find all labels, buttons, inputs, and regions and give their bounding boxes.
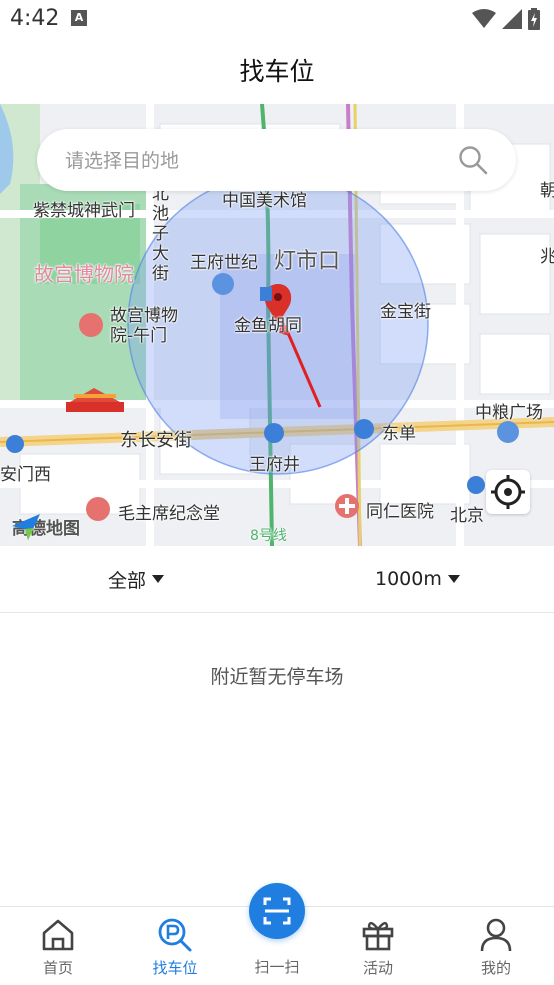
type-filter-label: 全部	[108, 569, 147, 592]
amap-logo-icon	[12, 514, 40, 540]
map-label: 毛主席纪念堂	[118, 504, 220, 524]
map-label: 朝	[540, 181, 554, 201]
map-label: 故宫博物院	[34, 262, 134, 286]
map-label: 王府井	[249, 455, 300, 475]
tab-activity[interactable]: 活动	[323, 907, 433, 985]
caret-down-icon	[447, 575, 460, 583]
amap-logo: 高德地图	[12, 514, 80, 540]
tab-find-parking[interactable]: 找车位	[120, 907, 230, 985]
scan-icon	[263, 897, 291, 925]
title-bar: 找车位	[0, 38, 554, 104]
map-label: 金宝街	[380, 302, 431, 322]
status-bar: 4:42 A	[0, 0, 554, 38]
parking-search-icon	[158, 918, 192, 952]
search-icon[interactable]	[458, 145, 488, 175]
tab-label: 我的	[480, 959, 511, 977]
distance-filter-label: 1000m	[375, 568, 442, 590]
home-icon	[42, 919, 74, 951]
search-box[interactable]	[37, 129, 516, 193]
battery-icon	[528, 8, 540, 30]
status-icons	[472, 8, 540, 30]
scan-button[interactable]	[249, 883, 305, 939]
search-input[interactable]	[63, 129, 447, 193]
map-label: 金鱼胡同	[234, 316, 302, 336]
map-label: 故宫博物 院-午门	[110, 306, 178, 346]
gift-icon	[362, 921, 394, 951]
a-icon: A	[71, 10, 87, 26]
map-label: 同仁医院	[366, 502, 434, 522]
map-label: 紫禁城神武门	[33, 201, 135, 221]
distance-filter-dropdown[interactable]: 1000m	[375, 546, 460, 612]
map-label: 安门西	[0, 465, 51, 485]
wifi-icon	[472, 9, 496, 28]
map-label: 北京	[450, 506, 484, 526]
crosshair-icon	[491, 475, 525, 509]
filter-bar: 全部 1000m	[0, 546, 554, 613]
page-title: 找车位	[239, 57, 315, 86]
tab-home[interactable]: 首页	[3, 907, 113, 985]
tab-label: 找车位	[152, 959, 198, 977]
tab-profile[interactable]: 我的	[441, 907, 551, 985]
map-label: 东单	[382, 424, 416, 444]
map-label: 8号线	[250, 528, 287, 544]
locate-button[interactable]	[486, 470, 530, 514]
map-label: 北 池 子 大 街	[152, 184, 169, 284]
map-label: 王府世纪	[190, 253, 258, 273]
tab-label: 首页	[42, 959, 73, 977]
user-icon	[480, 918, 512, 952]
map-label: 中粮广场	[475, 403, 543, 423]
map-label: 兆	[540, 247, 554, 267]
signal-icon	[502, 9, 522, 29]
status-time: 4:42	[10, 6, 60, 31]
tab-label-scan: 扫一扫	[254, 958, 300, 976]
map-label: 东长安街	[120, 430, 192, 451]
type-filter-dropdown[interactable]: 全部	[108, 546, 165, 612]
map-label: 灯市口	[274, 249, 341, 274]
empty-state-message: 附近暂无停车场	[210, 666, 344, 688]
tab-label: 活动	[362, 959, 393, 977]
caret-down-icon	[152, 575, 165, 583]
